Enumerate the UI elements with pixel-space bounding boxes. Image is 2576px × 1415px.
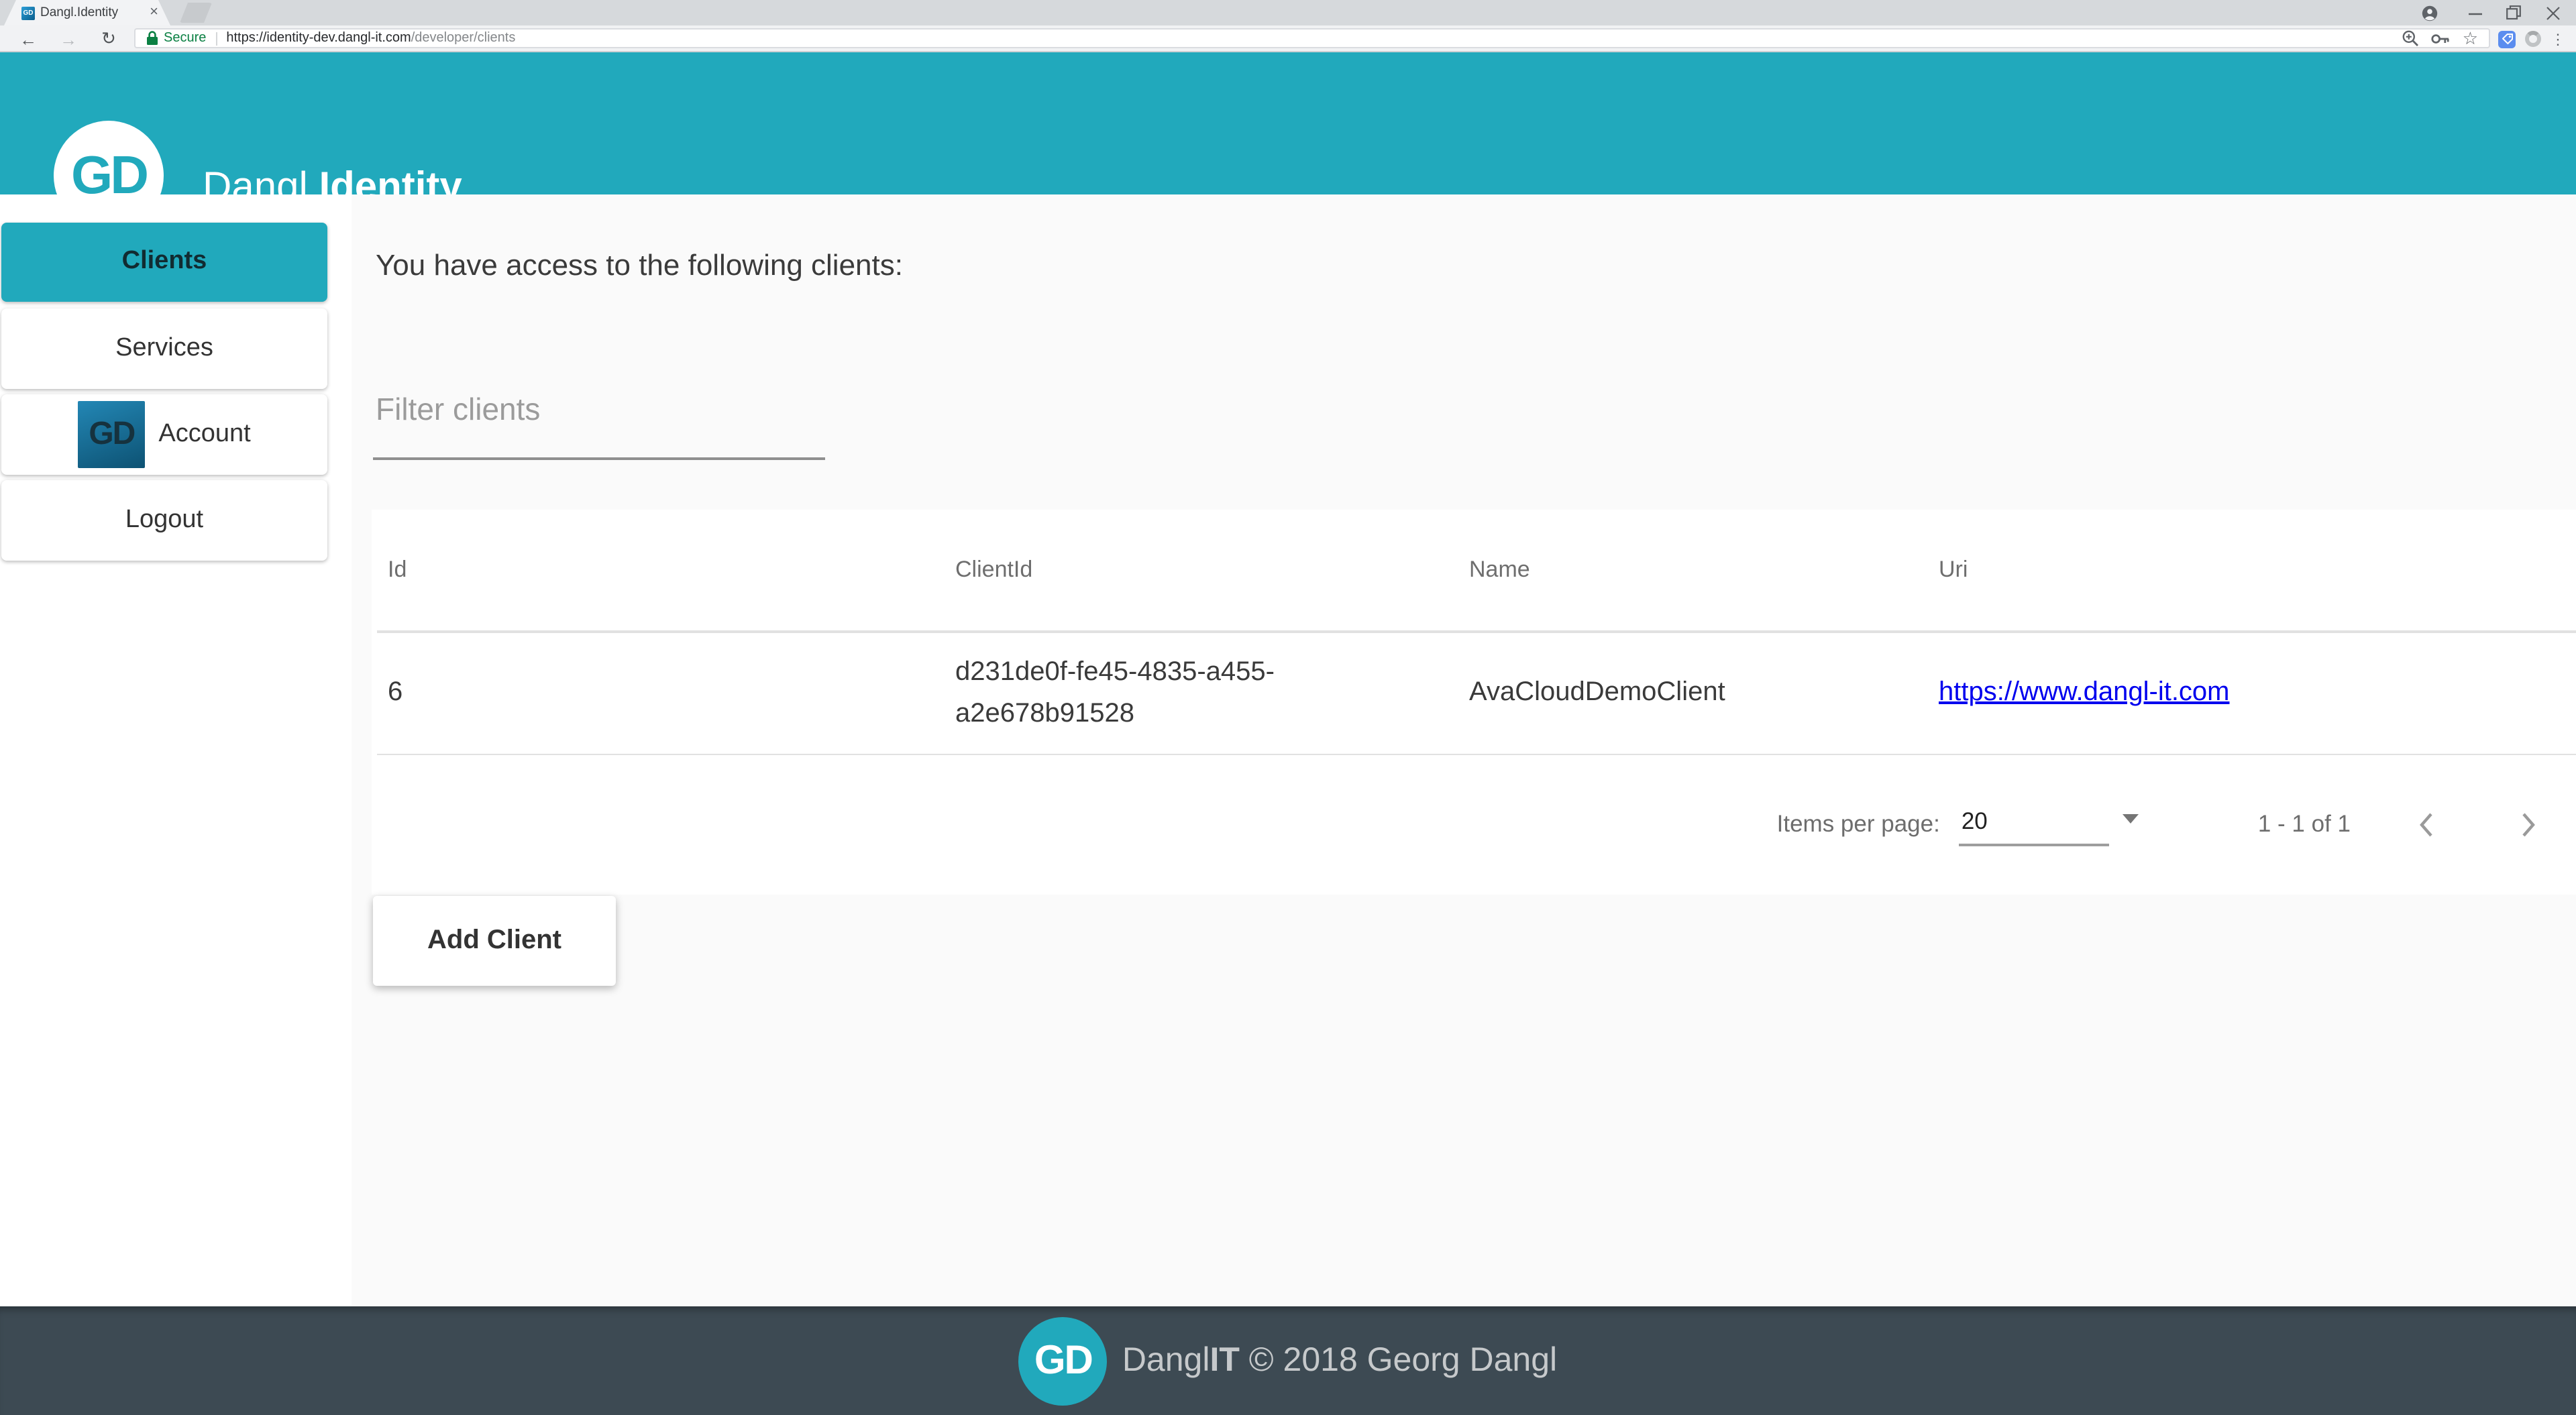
chevron-left-icon xyxy=(2420,812,2432,836)
url-domain: https://identity-dev.dangl-it.com xyxy=(226,31,411,46)
reload-button[interactable]: ↻ xyxy=(95,25,122,52)
dropdown-arrow-icon xyxy=(2122,814,2139,824)
account-gd-icon: GD xyxy=(78,400,146,468)
previous-page-button[interactable] xyxy=(2411,808,2443,840)
footer-logo: GD xyxy=(1018,1316,1108,1405)
browser-window: GD Dangl.Identity × ← → ↻ Secure https:/… xyxy=(0,0,2576,1415)
window-close-button[interactable] xyxy=(2538,0,2568,25)
sidebar-item-label: Account xyxy=(158,419,251,448)
column-header-clientid: ClientId xyxy=(955,556,1033,582)
footer-logo-text: GD xyxy=(1034,1338,1093,1382)
footer-brand-bold: IT xyxy=(1210,1341,1240,1379)
filter-clients-input[interactable] xyxy=(373,386,830,457)
restore-button[interactable] xyxy=(2498,0,2528,25)
footer-brand-regular: Dangl xyxy=(1122,1341,1210,1379)
column-header-name: Name xyxy=(1469,556,1530,582)
tab-strip: GD Dangl.Identity × xyxy=(0,0,2576,25)
cell-clientid: d231de0f-fe45-4835-a455-a2e678b91528 xyxy=(955,657,1275,728)
add-client-button[interactable]: Add Client xyxy=(373,896,616,986)
client-uri-link[interactable]: https://www.dangl-it.com xyxy=(1939,677,2230,707)
tab-title: Dangl.Identity xyxy=(40,5,119,20)
page-size-select[interactable]: 20 xyxy=(1958,802,2139,846)
person-icon xyxy=(2422,5,2438,21)
restore-icon xyxy=(2506,5,2520,20)
table-row[interactable]: 6 d231de0f-fe45-4835-a455-a2e678b91528 A… xyxy=(372,632,2576,753)
sidebar-item-label: Services xyxy=(115,333,213,362)
minimize-button[interactable] xyxy=(2461,0,2490,25)
tab-close-icon[interactable]: × xyxy=(150,5,158,20)
sidebar-item-label: Clients xyxy=(121,247,207,276)
zoom-icon[interactable] xyxy=(2402,30,2420,47)
browser-toolbar: ← → ↻ Secure https://identity-dev.dangl-… xyxy=(0,25,2576,52)
account-gd-icon-text: GD xyxy=(89,415,136,452)
browser-tab[interactable]: GD Dangl.Identity × xyxy=(4,0,170,25)
tab-favicon-icon: GD xyxy=(21,6,35,19)
password-key-icon[interactable] xyxy=(2432,30,2451,46)
sidebar-item-account[interactable]: GD Account xyxy=(1,394,327,474)
minimize-icon xyxy=(2469,12,2482,15)
extension-tag-icon[interactable] xyxy=(2498,30,2516,48)
address-bar[interactable]: Secure https://identity-dev.dangl-it.com… xyxy=(134,28,2490,48)
sidebar-item-label: Logout xyxy=(125,505,204,534)
sidebar-item-services[interactable]: Services xyxy=(1,308,327,388)
paginator: Items per page: 20 1 - 1 of 1 xyxy=(372,755,2576,893)
app-header: GD Dangl.Identity xyxy=(0,52,2576,231)
extension-swirl-icon[interactable] xyxy=(2525,31,2541,47)
url-path: /developer/clients xyxy=(411,31,516,46)
items-per-page-label: Items per page: xyxy=(1776,810,1940,837)
secure-label: Secure xyxy=(164,31,207,46)
padlock-icon xyxy=(147,31,158,45)
next-page-button[interactable] xyxy=(2512,808,2544,840)
sidebar-item-logout[interactable]: Logout xyxy=(1,480,327,560)
footer-copyright: DanglIT © 2018 Georg Dangl xyxy=(1122,1341,1557,1380)
cell-name: AvaCloudDemoClient xyxy=(1469,677,1725,707)
browser-menu-icon[interactable]: ⋮ xyxy=(2551,30,2565,48)
url-text[interactable]: https://identity-dev.dangl-it.com/develo… xyxy=(226,31,515,46)
new-tab-button[interactable] xyxy=(180,3,212,23)
profile-icon[interactable] xyxy=(2415,0,2445,25)
page-size-value: 20 xyxy=(1961,807,1988,834)
omnibox-separator xyxy=(215,32,217,45)
cell-id: 6 xyxy=(388,677,403,707)
page-range-label: 1 - 1 of 1 xyxy=(2257,810,2351,837)
column-header-uri: Uri xyxy=(1939,556,1968,582)
clients-table: Id ClientId Name Uri 6 d231de0f-fe45-483… xyxy=(372,509,2576,894)
filter-field xyxy=(373,386,830,459)
forward-button[interactable]: → xyxy=(55,25,82,52)
tag-glyph-icon xyxy=(2502,34,2512,44)
filter-underline xyxy=(373,457,825,459)
column-header-id: Id xyxy=(388,556,407,582)
page-footer: GD DanglIT © 2018 Georg Dangl xyxy=(0,1306,2576,1415)
bookmark-star-icon[interactable]: ☆ xyxy=(2463,30,2478,47)
table-header-row: Id ClientId Name Uri xyxy=(372,509,2576,630)
sidebar-item-clients[interactable]: Clients xyxy=(1,222,327,302)
page-title: You have access to the following clients… xyxy=(376,248,903,282)
footer-copyright-suffix: © 2018 Georg Dangl xyxy=(1239,1341,1558,1379)
back-button[interactable]: ← xyxy=(15,25,42,52)
close-icon xyxy=(2546,6,2560,19)
chevron-right-icon xyxy=(2522,812,2535,836)
